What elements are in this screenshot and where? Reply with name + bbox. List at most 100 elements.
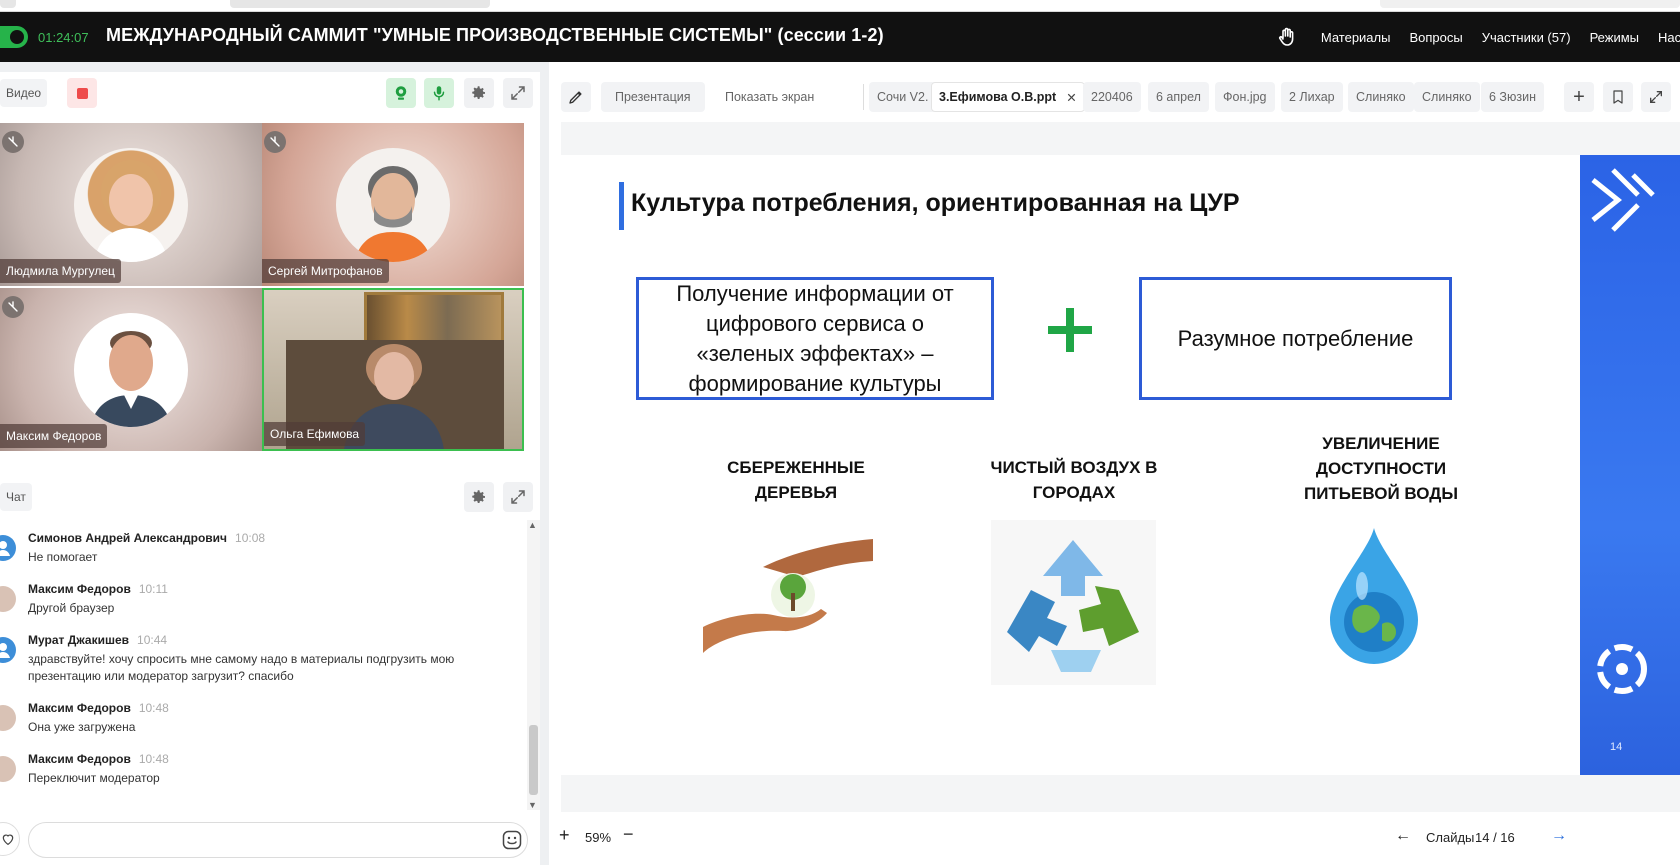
zoom-level: 59% [585,830,612,845]
video-expand-button[interactable] [503,78,533,108]
presentation-column: Презентация Показать экран Сочи V2. 3.Еф… [549,62,1680,865]
chat-message-author: Максим Федоров 10:48 [28,752,169,766]
zoom-out-button[interactable]: − [623,824,634,845]
chat-message-author: Максим Федоров 10:48 [28,701,169,715]
bookmark-button[interactable] [1603,82,1633,112]
nav-settings[interactable]: Нас [1658,30,1680,45]
expand-icon [1650,91,1662,103]
live-toggle[interactable] [0,26,28,48]
next-slide-button[interactable]: → [1551,827,1567,845]
slide: Культура потребления, ориентированная на… [561,155,1680,775]
chat-message-list: Симонов Андрей Александрович 10:08 Не пом… [0,520,527,810]
nav-participants[interactable]: Участники (57) [1482,30,1571,45]
heart-icon [2,834,14,846]
file-tab[interactable]: 220406 [1083,82,1141,112]
arrow-right-icon: → [1551,827,1567,844]
logo-arrows-icon [1591,168,1655,232]
gear-icon [472,86,485,99]
raise-hand-icon[interactable] [1275,25,1299,49]
emoji-icon [502,830,522,850]
chat-settings-button[interactable] [464,482,494,512]
recycle-icon [991,520,1156,685]
file-tab[interactable]: Слиняко [1414,82,1480,112]
chat-message-text: Не помогает [28,550,98,564]
browser-tab-strip [0,0,1680,12]
participant-name: Людмила Мургулец [0,259,121,283]
emoji-button[interactable] [502,830,522,850]
file-tab[interactable]: Сочи V2. [869,82,937,112]
close-icon[interactable]: ✕ [1066,90,1076,105]
slide-side-ribbon: 14 [1580,155,1680,775]
video-tile[interactable]: Людмила Мургулец [0,123,262,286]
microphone-icon [433,86,445,101]
record-button[interactable] [67,78,97,108]
nav-materials[interactable]: Материалы [1321,30,1391,45]
minus-icon: − [623,824,634,844]
nav-questions[interactable]: Вопросы [1409,30,1462,45]
prev-slide-button[interactable]: ← [1395,827,1411,845]
avatar [0,756,16,782]
chat-message-author: Симонов Андрей Александрович 10:08 [28,531,266,545]
video-tile-active-speaker[interactable]: Ольга Ефимова [262,288,524,451]
slide-title: Культура потребления, ориентированная на… [631,189,1240,217]
video-tile[interactable]: Сергей Митрофанов [262,123,524,286]
zoom-in-button[interactable]: + [559,825,570,846]
toolbar-divider [863,84,864,110]
chat-compose [0,820,540,860]
gear-icon [472,490,485,503]
webcam-icon [395,86,407,100]
participant-name: Ольга Ефимова [264,422,365,446]
chat-panel-header: Чат [0,470,540,520]
avatar [74,147,188,262]
presentation-toolbar: Презентация Показать экран Сочи V2. 3.Еф… [549,62,1680,122]
bookmark-icon [1613,90,1623,104]
chat-expand-button[interactable] [503,482,533,512]
video-panel: Видео Людмила Мургулец Сергей Митрофанов… [0,72,540,472]
video-tile[interactable]: Максим Федоров [0,288,262,451]
video-settings-button[interactable] [464,78,494,108]
presentation-mode-button[interactable]: Презентация [601,82,705,112]
avatar [0,586,16,612]
chat-message-input[interactable] [28,822,528,858]
expand-icon [511,490,525,504]
share-screen-button[interactable]: Показать экран [715,82,825,112]
file-tab[interactable]: Фон.jpg [1215,82,1275,112]
scroll-down-icon[interactable]: ▼ [528,800,537,810]
like-button[interactable] [0,822,20,856]
chat-message-time: 10:08 [235,531,266,545]
file-tab-active[interactable]: 3.Ефимова О.В.ppt ✕ [931,82,1085,112]
avatar [0,705,16,731]
logo-people-icon [1597,644,1647,694]
chat-message-text: Другой браузер [28,601,115,615]
arrow-left-icon: ← [1395,827,1411,844]
pencil-icon [569,91,582,104]
chat-scrollbar[interactable]: ▲ ▼ [527,520,540,810]
chat-message-text: Она уже загружена [28,720,136,734]
file-tab[interactable]: 2 Лихар [1281,82,1343,112]
chat-message-author: Максим Федоров 10:11 [28,582,168,596]
chat-scrollbar-thumb[interactable] [529,725,538,795]
microphone-toggle-button[interactable] [424,78,454,108]
presentation-footer: + 59% − ← Слайды 14 / 16 → [549,812,1680,865]
scroll-up-icon[interactable]: ▲ [528,520,537,530]
presentation-expand-button[interactable] [1641,82,1671,112]
camera-toggle-button[interactable] [386,78,416,108]
video-label: Видео [0,79,48,107]
caption-trees: СБЕРЕЖЕННЫЕ ДЕРЕВЬЯ [727,458,865,502]
mic-off-icon [264,131,286,153]
chat-message-author: Мурат Джакишев 10:44 [28,633,168,647]
file-tab[interactable]: 6 апрел [1148,82,1209,112]
hands-tree-icon [703,539,873,653]
slide-page-number: 14 [1610,741,1623,753]
add-file-button[interactable]: + [1564,82,1594,112]
chat-message-text: Переключит модератор [28,771,160,785]
draw-tool-button[interactable] [561,82,591,112]
info-box-right: Разумное потребление [1139,277,1452,400]
file-tab-label: 3.Ефимова О.В.ppt [939,90,1057,104]
participant-name: Сергей Митрофанов [262,259,389,283]
nav-modes[interactable]: Режимы [1590,30,1639,45]
plus-icon [1048,308,1092,352]
file-tab[interactable]: 6 Зюзин [1481,82,1544,112]
file-tab[interactable]: Слиняко [1348,82,1414,112]
video-panel-header: Видео [0,72,540,122]
